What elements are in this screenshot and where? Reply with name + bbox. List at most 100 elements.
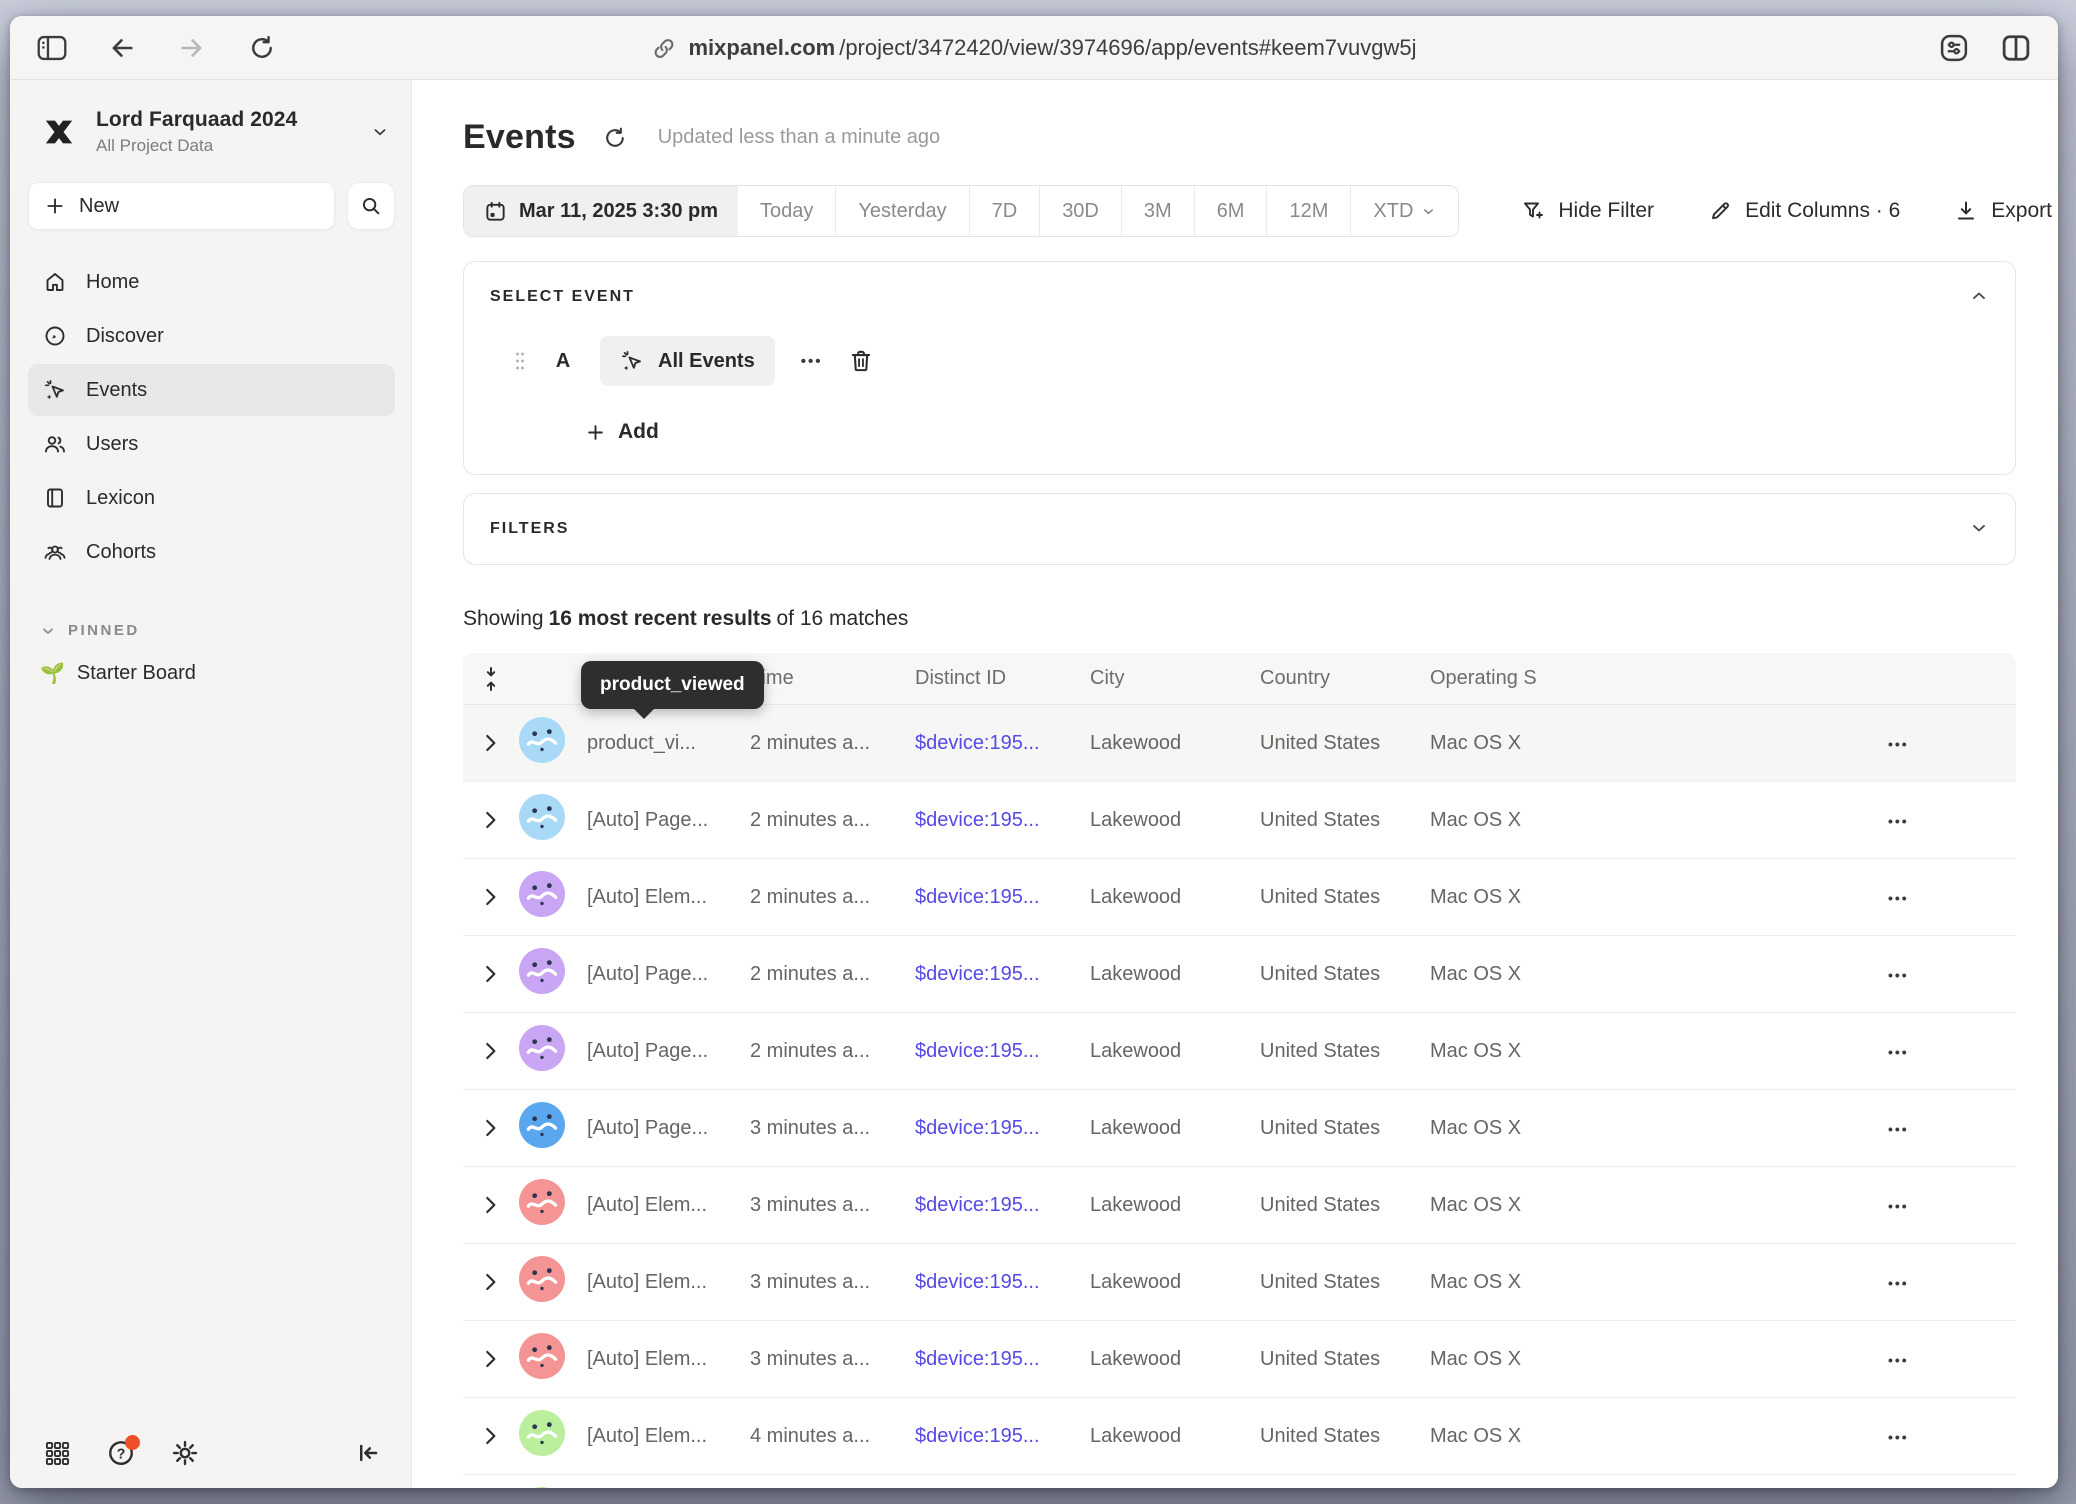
table-row[interactable]: [Auto] Elem... 3 minutes a... $device:19… xyxy=(463,1321,2016,1398)
browser-sidebar-toggle-button[interactable] xyxy=(34,30,70,66)
distinct-id-column-header[interactable]: Distinct ID xyxy=(915,667,1090,690)
expand-row-button[interactable] xyxy=(477,1191,505,1219)
collapse-panel-button[interactable] xyxy=(1969,286,1989,306)
date-picker-button[interactable]: Mar 11, 2025 3:30 pm xyxy=(464,186,738,236)
range-6m[interactable]: 6M xyxy=(1194,186,1267,236)
settings-button[interactable] xyxy=(168,1436,202,1470)
row-actions-button[interactable]: ••• xyxy=(1866,967,1909,983)
all-events-pill[interactable]: All Events xyxy=(600,336,775,386)
table-row[interactable]: [Auto] Page... 2 minutes a... $device:19… xyxy=(463,782,2016,859)
expand-row-button[interactable] xyxy=(477,883,505,911)
row-actions-button[interactable]: ••• xyxy=(1866,1198,1909,1214)
sidebar-item-home[interactable]: Home xyxy=(28,256,395,308)
reload-icon xyxy=(248,34,276,62)
expand-row-button[interactable] xyxy=(477,1345,505,1373)
help-button[interactable]: ? xyxy=(104,1436,138,1470)
distinct-id-link[interactable]: $device:195... xyxy=(915,1271,1090,1294)
sidebar-item-lexicon[interactable]: Lexicon xyxy=(28,472,395,524)
results-count: 16 most recent results xyxy=(549,607,772,631)
expand-filters-button[interactable] xyxy=(1969,518,1989,538)
row-actions-button[interactable]: ••• xyxy=(1866,1044,1909,1060)
hide-filter-button[interactable]: Hide Filter xyxy=(1521,199,1654,223)
table-row[interactable]: product_vi... 2 minutes a... $device:195… xyxy=(463,705,2016,782)
table-row[interactable]: [Auto] Elem... 3 minutes a... $device:19… xyxy=(463,1244,2016,1321)
range-3m[interactable]: 3M xyxy=(1121,186,1194,236)
row-actions-button[interactable]: ••• xyxy=(1866,736,1909,752)
delete-event-button[interactable] xyxy=(848,346,878,376)
distinct-id-link[interactable]: $device:195... xyxy=(915,1194,1090,1217)
distinct-id-link[interactable]: $device:195... xyxy=(915,809,1090,832)
distinct-id-link[interactable]: $device:195... xyxy=(915,1117,1090,1140)
pencil-icon xyxy=(1708,199,1732,223)
range-xtd[interactable]: XTD xyxy=(1350,186,1458,236)
avatar-cell xyxy=(519,871,587,923)
refresh-button[interactable] xyxy=(602,123,632,153)
range-30d[interactable]: 30D xyxy=(1039,186,1121,236)
chevron-right-icon xyxy=(477,730,503,756)
avatar-cell xyxy=(519,1487,587,1488)
table-row[interactable]: ••• xyxy=(463,1475,2016,1488)
book-icon xyxy=(42,485,68,511)
apps-grid-button[interactable] xyxy=(40,1436,74,1470)
table-row[interactable]: [Auto] Page... 2 minutes a... $device:19… xyxy=(463,1013,2016,1090)
os-column-header[interactable]: Operating S xyxy=(1430,667,1600,690)
range-7d[interactable]: 7D xyxy=(969,186,1040,236)
expand-row-button[interactable] xyxy=(477,960,505,988)
actions-cell: ••• xyxy=(1866,1040,2016,1063)
collapse-sidebar-button[interactable] xyxy=(351,1436,385,1470)
expand-row-button[interactable] xyxy=(477,1037,505,1065)
table-row[interactable]: [Auto] Elem... 3 minutes a... $device:19… xyxy=(463,1167,2016,1244)
expand-row-button[interactable] xyxy=(477,1422,505,1450)
row-actions-button[interactable]: ••• xyxy=(1866,1121,1909,1137)
browser-back-button[interactable] xyxy=(104,30,140,66)
distinct-id-link[interactable]: $device:195... xyxy=(915,1040,1090,1063)
row-actions-button[interactable]: ••• xyxy=(1866,1429,1909,1445)
browser-forward-button[interactable] xyxy=(174,30,210,66)
table-row[interactable]: [Auto] Page... 3 minutes a... $device:19… xyxy=(463,1090,2016,1167)
distinct-id-link[interactable]: $device:195... xyxy=(915,1425,1090,1448)
pinned-section-header[interactable]: PINNED xyxy=(40,622,395,639)
country-column-header[interactable]: Country xyxy=(1260,667,1430,690)
browser-reload-button[interactable] xyxy=(244,30,280,66)
add-event-button[interactable]: Add xyxy=(586,420,659,444)
drag-handle-icon[interactable] xyxy=(514,351,526,371)
apps-grid-icon xyxy=(44,1440,71,1467)
time-column-header[interactable]: Time xyxy=(750,667,915,690)
new-button[interactable]: New xyxy=(28,182,335,230)
sidebar: Lord Farquaad 2024 All Project Data New xyxy=(10,80,412,1488)
event-more-button[interactable]: ••• xyxy=(801,353,823,370)
range-12m[interactable]: 12M xyxy=(1266,186,1350,236)
expand-row-button[interactable] xyxy=(477,1114,505,1142)
sidebar-item-events[interactable]: Events xyxy=(28,364,395,416)
sidebar-item-users[interactable]: Users xyxy=(28,418,395,470)
edit-columns-button[interactable]: Edit Columns · 6 xyxy=(1708,199,1900,223)
search-button[interactable] xyxy=(347,182,395,230)
distinct-id-link[interactable]: $device:195... xyxy=(915,963,1090,986)
row-actions-button[interactable]: ••• xyxy=(1866,1275,1909,1291)
row-actions-button[interactable]: ••• xyxy=(1866,890,1909,906)
expand-row-button[interactable] xyxy=(477,806,505,834)
sidebar-item-starter-board[interactable]: 🌱 Starter Board xyxy=(28,661,395,686)
sidebar-toggle-icon xyxy=(37,35,67,61)
project-switcher[interactable]: Lord Farquaad 2024 All Project Data xyxy=(28,100,395,156)
row-actions-button[interactable]: ••• xyxy=(1866,813,1909,829)
table-row[interactable]: [Auto] Page... 2 minutes a... $device:19… xyxy=(463,936,2016,1013)
distinct-id-link[interactable]: $device:195... xyxy=(915,732,1090,755)
sidebar-item-cohorts[interactable]: Cohorts xyxy=(28,526,395,578)
split-view-button[interactable] xyxy=(1998,30,2034,66)
row-actions-button[interactable]: ••• xyxy=(1866,1352,1909,1368)
distinct-id-link[interactable]: $device:195... xyxy=(915,886,1090,909)
distinct-id-link[interactable]: $device:195... xyxy=(915,1348,1090,1371)
collapse-all-header[interactable] xyxy=(463,666,519,692)
page-settings-button[interactable] xyxy=(1936,30,1972,66)
table-row[interactable]: [Auto] Elem... 2 minutes a... $device:19… xyxy=(463,859,2016,936)
export-button[interactable]: Export xyxy=(1954,199,2052,223)
url-bar[interactable]: mixpanel.com/project/3472420/view/397469… xyxy=(651,16,1416,80)
expand-row-button[interactable] xyxy=(477,729,505,757)
range-today[interactable]: Today xyxy=(738,186,835,236)
expand-row-button[interactable] xyxy=(477,1268,505,1296)
sidebar-item-discover[interactable]: Discover xyxy=(28,310,395,362)
range-yesterday[interactable]: Yesterday xyxy=(835,186,968,236)
city-column-header[interactable]: City xyxy=(1090,667,1260,690)
table-row[interactable]: [Auto] Elem... 4 minutes a... $device:19… xyxy=(463,1398,2016,1475)
